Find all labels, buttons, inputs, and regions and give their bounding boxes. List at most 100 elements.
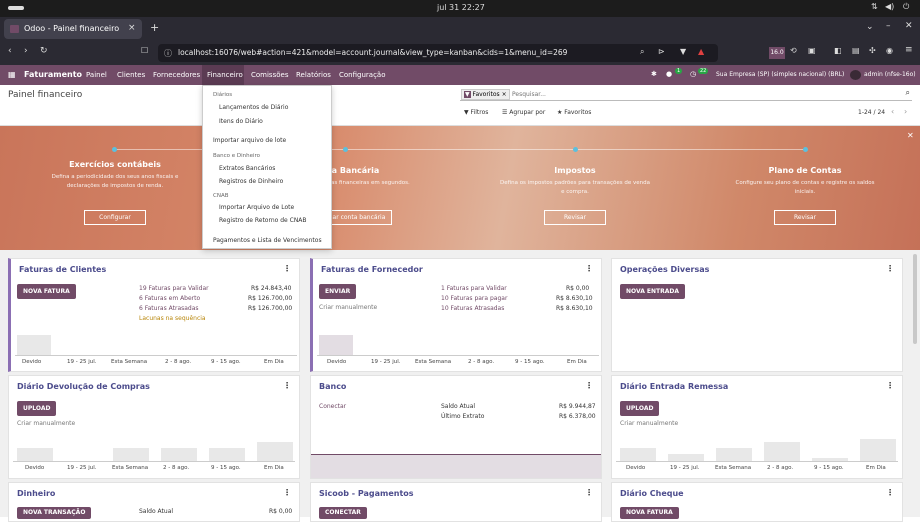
menu-item-import-batch[interactable]: Importar arquivo de lote xyxy=(213,137,286,144)
chat-icon[interactable]: ● xyxy=(666,70,672,78)
activities-icon[interactable] xyxy=(8,6,24,10)
company-switcher[interactable]: Sua Empresa (SP) (simples nacional) (BRL… xyxy=(716,71,844,78)
bar[interactable] xyxy=(764,442,800,461)
card-title[interactable]: Sicoob - Pagamentos xyxy=(319,489,414,498)
menu-item-journal-items[interactable]: Itens do Diário xyxy=(219,118,263,125)
new-tab-button[interactable]: + xyxy=(150,21,159,34)
connect-link[interactable]: Conectar xyxy=(319,403,346,410)
close-window-icon[interactable]: ✕ xyxy=(905,21,913,31)
upload-button[interactable]: ENVIAR xyxy=(319,284,357,299)
apps-grid-icon[interactable]: ▦ xyxy=(8,70,16,79)
pager-next-icon[interactable]: › xyxy=(904,107,907,116)
menu-item-payments-due-list[interactable]: Pagamentos e Lista de Vencimentos xyxy=(213,237,322,244)
network-icon[interactable]: ⇅ xyxy=(871,2,878,11)
card-menu-icon[interactable]: ⋮ xyxy=(585,488,593,497)
bar-devido[interactable] xyxy=(17,335,51,355)
bar[interactable] xyxy=(257,442,293,461)
search-icon[interactable]: ⌕ xyxy=(906,88,910,98)
card-menu-icon[interactable]: ⋮ xyxy=(886,381,894,390)
alert-icon[interactable]: ▲ xyxy=(698,47,704,56)
zoom-icon[interactable]: ⌕ xyxy=(640,47,644,57)
menu-item-cnab-return[interactable]: Registro de Retorno de CNAB xyxy=(219,217,307,224)
nav-relatorios[interactable]: Relatórios xyxy=(296,71,331,79)
card-menu-icon[interactable]: ⋮ xyxy=(283,381,291,390)
new-entry-button[interactable]: NOVA ENTRADA xyxy=(620,284,686,299)
bar[interactable] xyxy=(716,448,752,461)
screenshot-icon[interactable]: ▣ xyxy=(808,46,816,55)
card-menu-icon[interactable]: ⋮ xyxy=(283,264,291,273)
card-title[interactable]: Diário Devolução de Compras xyxy=(17,382,150,391)
review-taxes-button[interactable]: Revisar xyxy=(544,210,606,225)
scrollbar-thumb[interactable] xyxy=(913,254,917,344)
nav-financeiro[interactable]: Financeiro xyxy=(202,65,244,85)
menu-item-journal-entries[interactable]: Lançamentos de Diário xyxy=(219,104,288,111)
nav-fornecedores[interactable]: Fornecedores xyxy=(153,71,200,79)
review-accounts-button[interactable]: Revisar xyxy=(774,210,836,225)
account-icon[interactable]: ◉ xyxy=(886,46,893,55)
url-text[interactable]: localhost:16076/web#action=421&model=acc… xyxy=(178,48,567,57)
odoo-version-badge[interactable]: 16.0 xyxy=(769,47,785,59)
card-title[interactable]: Faturas de Clientes xyxy=(19,265,106,274)
link-late[interactable]: 6 Faturas Atrasadas xyxy=(139,305,199,312)
back-icon[interactable]: ‹ xyxy=(8,46,12,56)
card-menu-icon[interactable]: ⋮ xyxy=(283,488,291,497)
tab-list-icon[interactable]: ⌄ xyxy=(866,22,874,32)
clock[interactable]: jul 31 22:27 xyxy=(437,3,485,12)
bar[interactable] xyxy=(17,448,53,461)
filters-button[interactable]: ▼ Filtros xyxy=(464,109,488,116)
facet-remove-icon[interactable]: × xyxy=(502,91,507,98)
nav-configuracao[interactable]: Configuração xyxy=(339,71,385,79)
search-facet[interactable]: ▼ Favoritos × xyxy=(461,89,510,100)
shield-icon[interactable]: ▼ xyxy=(680,47,686,56)
pager[interactable]: 1-24 / 24 xyxy=(858,109,885,116)
link-late[interactable]: 10 Faturas Atrasadas xyxy=(441,305,504,312)
link-to-validate[interactable]: 1 Faturas para Validar xyxy=(441,285,507,292)
card-menu-icon[interactable]: ⋮ xyxy=(886,264,894,273)
browser-tab[interactable]: Odoo - Painel financeiro × xyxy=(4,19,142,39)
info-icon[interactable]: ⓘ xyxy=(164,48,172,59)
bar[interactable] xyxy=(668,454,704,461)
connect-button[interactable]: CONECTAR xyxy=(319,507,367,519)
configure-button[interactable]: Configurar xyxy=(84,210,146,225)
card-title[interactable]: Dinheiro xyxy=(17,489,55,498)
menu-item-cash-registers[interactable]: Registros de Dinheiro xyxy=(219,178,283,185)
search-bar[interactable]: ▼ Favoritos × ⌕ xyxy=(460,88,912,101)
bookmark-icon[interactable]: ☐ xyxy=(141,46,148,55)
balance-area-chart[interactable] xyxy=(311,454,601,478)
menu-item-import-batch-file[interactable]: Importar Arquivo de Lote xyxy=(219,204,294,211)
link-to-pay[interactable]: 10 Faturas para pagar xyxy=(441,295,507,302)
card-title[interactable]: Operações Diversas xyxy=(620,265,709,274)
card-menu-icon[interactable]: ⋮ xyxy=(886,488,894,497)
upload-button[interactable]: UPLOAD xyxy=(17,401,57,416)
user-menu[interactable]: admin (nfse-16o) xyxy=(864,71,916,78)
search-input[interactable] xyxy=(512,89,892,100)
menu-icon[interactable]: ≡ xyxy=(905,45,913,55)
create-manually-link[interactable]: Criar manualmente xyxy=(319,304,377,311)
bug-icon[interactable]: ✱ xyxy=(651,70,657,78)
nav-comissoes[interactable]: Comissões xyxy=(251,71,288,79)
favorites-button[interactable]: ★ Favoritos xyxy=(557,109,591,116)
volume-icon[interactable]: ◀) xyxy=(885,2,894,11)
bar[interactable] xyxy=(113,448,149,461)
bar[interactable] xyxy=(860,439,896,461)
close-banner-icon[interactable]: ✕ xyxy=(907,131,914,140)
sequence-gaps-link[interactable]: Lacunas na sequência xyxy=(139,315,206,322)
extension-icon[interactable]: ⟲ xyxy=(790,46,797,55)
extensions-icon[interactable]: ✣ xyxy=(869,46,876,55)
upload-button[interactable]: UPLOAD xyxy=(620,401,660,416)
group-by-button[interactable]: ☰ Agrupar por xyxy=(502,109,545,116)
send-icon[interactable]: ⊳ xyxy=(658,47,665,56)
card-title[interactable]: Diário Cheque xyxy=(620,489,684,498)
card-menu-icon[interactable]: ⋮ xyxy=(585,381,593,390)
reload-icon[interactable]: ↻ xyxy=(40,46,48,56)
avatar[interactable] xyxy=(850,70,861,80)
link-open[interactable]: 6 Faturas em Aberto xyxy=(139,295,200,302)
pager-prev-icon[interactable]: ‹ xyxy=(891,107,894,116)
power-icon[interactable]: ⏻ xyxy=(903,2,909,12)
menu-item-bank-statements[interactable]: Extratos Bancários xyxy=(219,165,275,172)
bar[interactable] xyxy=(161,448,197,461)
clock-icon[interactable]: ◷ xyxy=(690,70,696,78)
new-transaction-button[interactable]: NOVA TRANSAÇÃO xyxy=(17,507,92,519)
minimize-icon[interactable]: – xyxy=(886,21,891,31)
bar-devido[interactable] xyxy=(319,335,353,355)
